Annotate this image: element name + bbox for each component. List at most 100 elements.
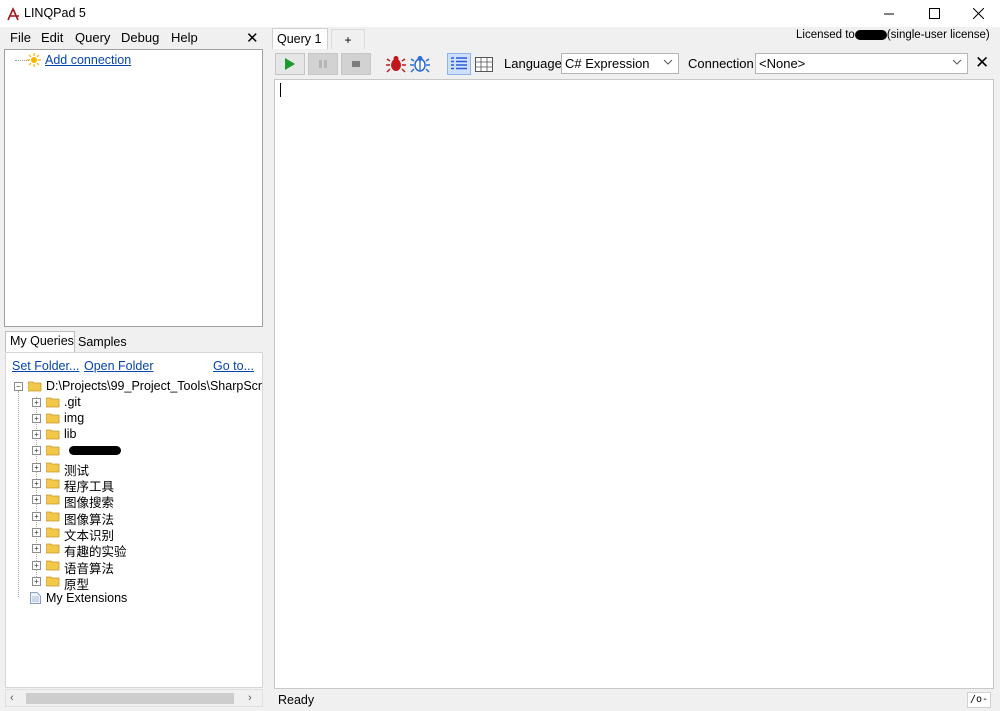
bug-red-icon[interactable] [386, 54, 406, 74]
pause-button[interactable] [308, 53, 338, 75]
scroll-right-icon[interactable]: › [248, 692, 252, 704]
expand-icon[interactable]: + [32, 544, 41, 553]
folder-icon [46, 527, 60, 538]
status-text: Ready [278, 693, 315, 707]
folder-icon [46, 413, 60, 424]
bug-blue-icon[interactable] [410, 54, 430, 74]
set-folder-link[interactable]: Set Folder... [12, 359, 79, 373]
io-indicator[interactable]: /o- [967, 692, 991, 708]
title-bar: LINQPad 5 [0, 0, 1000, 27]
tree-folder-row[interactable]: + .git [6, 394, 262, 410]
close-query-icon[interactable]: ✕ [975, 53, 989, 73]
goto-link[interactable]: Go to... [213, 359, 254, 373]
window-title: LINQPad 5 [24, 6, 86, 20]
menu-bar: File Edit Query Debug Help ✕ [0, 27, 266, 49]
folder-icon [46, 543, 60, 554]
chevron-down-icon [952, 59, 962, 65]
tree-extensions-label: My Extensions [46, 591, 128, 605]
tree-folder-label: img [64, 411, 85, 425]
close-icon [972, 8, 984, 19]
expand-icon[interactable]: + [32, 528, 41, 537]
run-button[interactable] [275, 53, 305, 75]
folder-icon [46, 560, 60, 571]
minimize-button[interactable] [866, 0, 912, 27]
close-panel-icon[interactable]: ✕ [246, 29, 259, 47]
expand-icon[interactable]: + [32, 463, 41, 472]
add-connection-icon [27, 53, 41, 67]
my-queries-panel: Set Folder... Open Folder Go to... − D:\… [5, 352, 263, 688]
tree-folder-row[interactable]: + [6, 442, 262, 458]
tree-folder-label: .git [64, 395, 81, 409]
minimize-icon [884, 13, 894, 14]
menu-query[interactable]: Query [75, 30, 110, 45]
document-icon [30, 592, 41, 604]
maximize-button[interactable] [911, 0, 957, 27]
expand-icon[interactable]: + [32, 398, 41, 407]
tree-folder-row[interactable]: + 图像搜索 [6, 491, 262, 510]
expand-icon[interactable]: + [32, 495, 41, 504]
tree-folder-row[interactable]: + 图像算法 [6, 508, 262, 527]
tree-folder-row[interactable]: + 测试 [6, 459, 262, 478]
grid-results-icon[interactable] [475, 57, 493, 72]
close-window-button[interactable] [955, 0, 1000, 27]
folder-icon [46, 445, 60, 456]
license-suffix: (single-user license) [886, 29, 990, 41]
expand-icon[interactable]: + [32, 512, 41, 521]
tab-query-1[interactable]: Query 1 [272, 28, 328, 49]
connection-select-value: <None> [759, 56, 806, 71]
connection-select[interactable]: <None> [755, 53, 968, 74]
tree-horizontal-scrollbar[interactable]: ‹ › [5, 689, 263, 707]
tree-folder-row[interactable]: + img [6, 410, 262, 426]
menu-file[interactable]: File [10, 30, 31, 45]
tree-extensions-row[interactable]: My Extensions [6, 590, 262, 606]
scroll-thumb[interactable] [26, 693, 234, 704]
folder-icon [46, 494, 60, 505]
expand-icon[interactable]: + [32, 479, 41, 488]
expand-icon[interactable]: + [32, 414, 41, 423]
add-query-tab-button[interactable]: + [331, 29, 365, 49]
menu-edit[interactable]: Edit [41, 30, 63, 45]
tab-samples[interactable]: Samples [76, 334, 129, 350]
tree-folder-row[interactable]: + lib [6, 426, 262, 442]
maximize-icon [928, 8, 940, 19]
collapse-icon[interactable]: − [14, 382, 23, 391]
open-folder-icon [28, 381, 42, 392]
open-folder-link[interactable]: Open Folder [84, 359, 153, 373]
panel-splitter[interactable] [266, 27, 270, 711]
play-icon [285, 58, 295, 70]
pause-icon [319, 60, 327, 68]
tree-folder-row[interactable]: + 程序工具 [6, 475, 262, 494]
license-prefix: Licensed to [796, 29, 855, 41]
add-connection-link[interactable]: Add connection [45, 53, 131, 67]
tree-folder-row[interactable]: + 文本识别 [6, 524, 262, 543]
connection-panel: Add connection [4, 49, 263, 327]
tree-folder-label: lib [64, 427, 77, 441]
expand-icon[interactable]: + [32, 577, 41, 586]
tree-folder-row[interactable]: + 原型 [6, 573, 262, 592]
tree-folder-row[interactable]: + 有趣的实验 [6, 540, 262, 559]
expand-icon[interactable]: + [32, 430, 41, 439]
redacted-licensee [854, 29, 887, 40]
menu-debug[interactable]: Debug [121, 30, 159, 45]
language-select-value: C# Expression [565, 56, 650, 71]
redacted-label [69, 446, 121, 455]
tree-folder-row[interactable]: + 语音算法 [6, 557, 262, 576]
scroll-left-icon[interactable]: ‹ [10, 692, 14, 704]
linqpad-logo-icon [7, 7, 19, 21]
rich-text-results-button[interactable] [447, 53, 471, 75]
connection-label: Connection [688, 56, 754, 71]
folder-icon [46, 397, 60, 408]
folder-icon [46, 511, 60, 522]
query-editor[interactable] [274, 79, 994, 689]
folder-icon [46, 576, 60, 587]
stop-button[interactable] [341, 53, 371, 75]
tab-my-queries[interactable]: My Queries [5, 331, 75, 352]
tree-root-row[interactable]: − D:\Projects\99_Project_Tools\SharpScri [6, 378, 262, 394]
language-select[interactable]: C# Expression [561, 53, 679, 74]
expand-icon[interactable]: + [32, 446, 41, 455]
chevron-down-icon [663, 59, 673, 65]
license-info: Licensed to (single-user license) [796, 29, 990, 41]
query-toolbar: Language C# Expression Connection <None>… [270, 49, 1000, 79]
expand-icon[interactable]: + [32, 561, 41, 570]
menu-help[interactable]: Help [171, 30, 198, 45]
